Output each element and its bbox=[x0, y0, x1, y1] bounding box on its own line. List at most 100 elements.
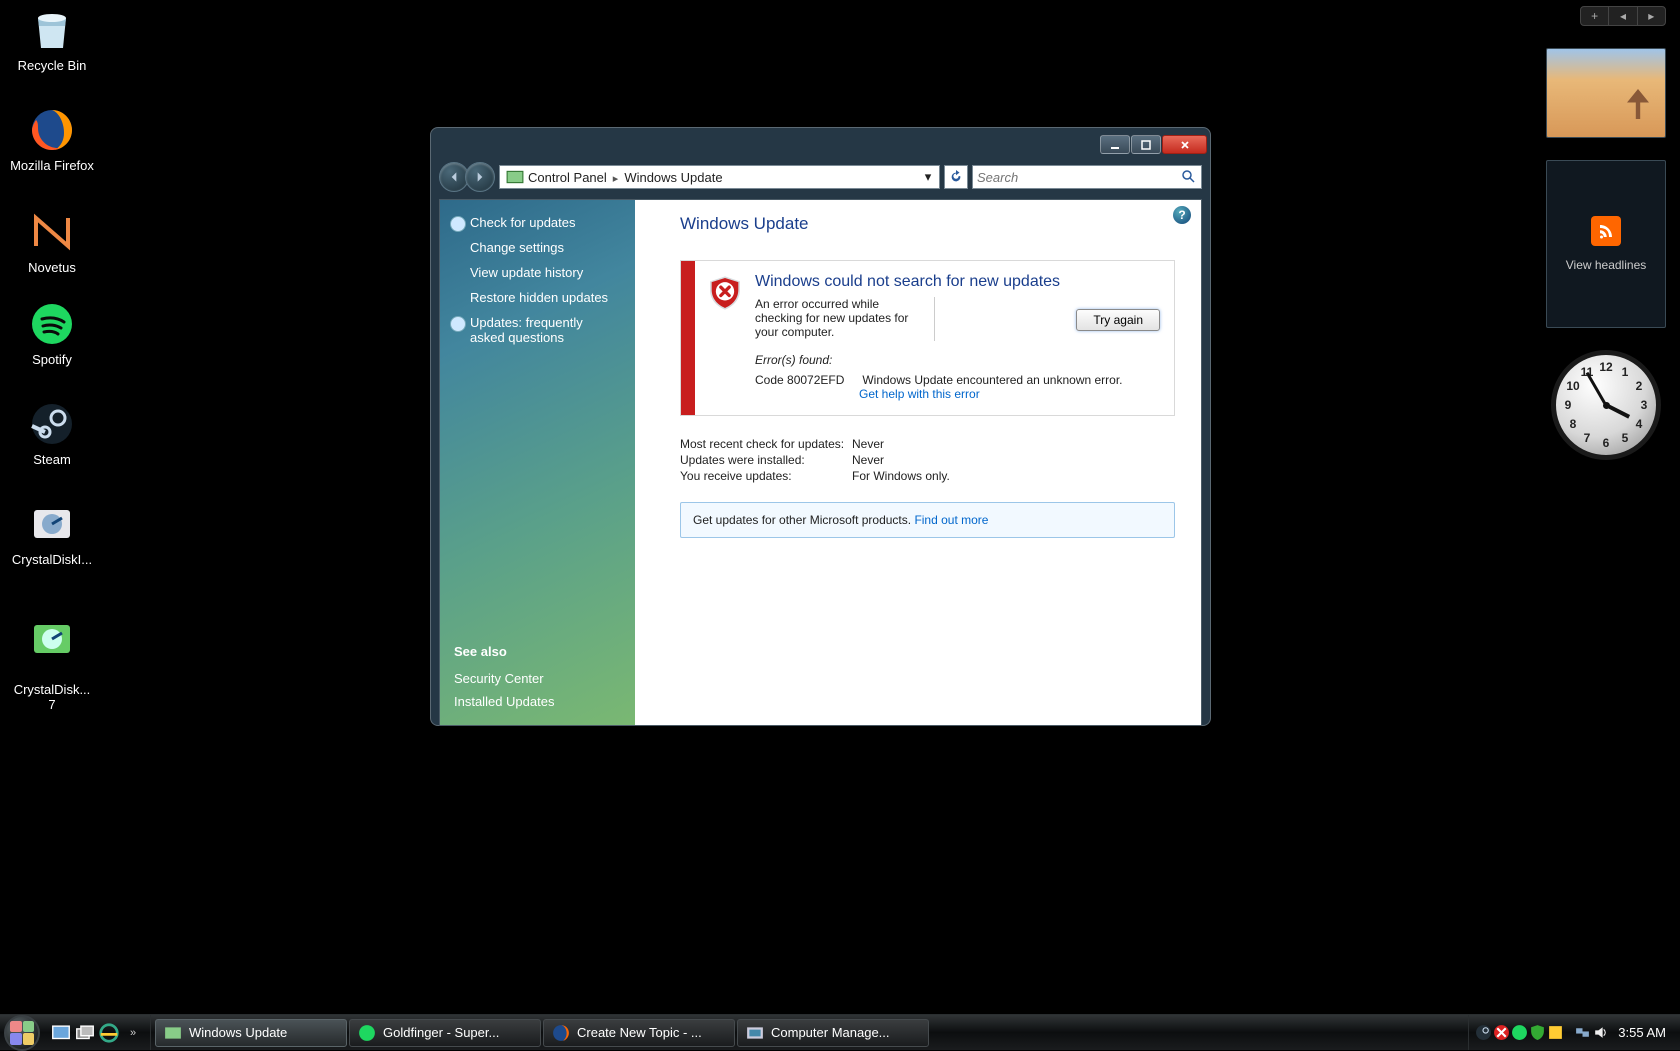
clock-gadget[interactable]: 121234567891011 bbox=[1546, 350, 1666, 460]
errors-found-label: Error(s) found: bbox=[755, 353, 1160, 367]
crystaldiskinfo-icon bbox=[28, 500, 76, 548]
error-description: An error occurred while checking for new… bbox=[755, 297, 935, 341]
tray-steam-icon[interactable] bbox=[1475, 1024, 1492, 1041]
ql-ie[interactable] bbox=[98, 1022, 120, 1044]
steam-icon bbox=[28, 400, 76, 448]
quick-launch: » bbox=[44, 1015, 151, 1050]
sidebar-task-check-updates[interactable]: Check for updates bbox=[440, 210, 635, 235]
tray-security-icon[interactable] bbox=[1529, 1024, 1546, 1041]
desktop-icon-label: Recycle Bin bbox=[18, 58, 87, 73]
desktop-icon-label: Novetus bbox=[28, 260, 76, 275]
error-title: Windows could not search for new updates bbox=[755, 273, 1160, 291]
start-button[interactable] bbox=[0, 1015, 44, 1050]
status-value: For Windows only. bbox=[852, 469, 950, 483]
status-value: Never bbox=[852, 453, 884, 467]
ql-chevron[interactable]: » bbox=[122, 1022, 144, 1044]
status-key: Updates were installed: bbox=[680, 453, 852, 467]
desktop-icon-steam[interactable]: Steam bbox=[8, 400, 96, 467]
page-title: Windows Update bbox=[680, 214, 1175, 234]
desktop-icon-firefox[interactable]: Mozilla Firefox bbox=[8, 106, 96, 173]
desktop-icon-recycle-bin[interactable]: Recycle Bin bbox=[8, 6, 96, 73]
desktop-icon-label: CrystalDiskI... bbox=[12, 552, 92, 567]
task-windows-update[interactable]: Windows Update bbox=[155, 1019, 347, 1047]
maximize-button[interactable] bbox=[1131, 135, 1161, 154]
gadget-sidebar: + ◂ ▸ View headlines 121234567891011 bbox=[1546, 6, 1666, 460]
tray-update-icon[interactable] bbox=[1547, 1024, 1564, 1041]
task-spotify[interactable]: Goldfinger - Super... bbox=[349, 1019, 541, 1047]
see-also-heading: See also bbox=[454, 644, 621, 659]
system-tray: 3:55 AM bbox=[1468, 1015, 1680, 1050]
ql-flip3d[interactable] bbox=[74, 1022, 96, 1044]
tray-spotify-icon[interactable] bbox=[1511, 1024, 1528, 1041]
sidebar-task-change-settings[interactable]: Change settings bbox=[440, 235, 635, 260]
close-button[interactable] bbox=[1162, 135, 1207, 154]
desktop-icon-spotify[interactable]: Spotify bbox=[8, 300, 96, 367]
ql-show-desktop[interactable] bbox=[50, 1022, 72, 1044]
shield-error-icon bbox=[705, 273, 745, 313]
status-key: Most recent check for updates: bbox=[680, 437, 852, 451]
status-table: Most recent check for updates:Never Upda… bbox=[680, 436, 1175, 484]
promo-text: Get updates for other Microsoft products… bbox=[693, 513, 914, 527]
slideshow-gadget[interactable] bbox=[1546, 48, 1666, 138]
recycle-bin-icon bbox=[28, 6, 76, 54]
sidebar-task-view-history[interactable]: View update history bbox=[440, 260, 635, 285]
search-box[interactable] bbox=[972, 165, 1202, 189]
window-titlebar[interactable] bbox=[430, 127, 1211, 162]
rss-icon bbox=[1591, 216, 1621, 246]
breadcrumb-dropdown[interactable]: ▾ bbox=[919, 168, 937, 186]
sidebar-tasks: Check for updates Change settings View u… bbox=[440, 210, 635, 634]
help-icon[interactable]: ? bbox=[1173, 206, 1191, 224]
feed-gadget[interactable]: View headlines bbox=[1546, 160, 1666, 328]
taskbar-tasks: Windows Update Goldfinger - Super... Cre… bbox=[151, 1015, 1468, 1050]
see-also-security-center[interactable]: Security Center bbox=[454, 667, 621, 690]
error-panel: Windows could not search for new updates… bbox=[680, 260, 1175, 416]
windows-update-window: Control Panel Windows Update ▾ Check for… bbox=[430, 127, 1211, 726]
clock-face: 121234567891011 bbox=[1551, 350, 1661, 460]
gadget-add-button[interactable]: + bbox=[1581, 7, 1609, 25]
refresh-button[interactable] bbox=[944, 165, 968, 189]
error-help-link[interactable]: Get help with this error bbox=[859, 387, 980, 401]
see-also-installed-updates[interactable]: Installed Updates bbox=[454, 690, 621, 713]
breadcrumb[interactable]: Control Panel Windows Update ▾ bbox=[499, 165, 940, 189]
tray-blocked-icon[interactable] bbox=[1493, 1024, 1510, 1041]
tray-network-icon[interactable] bbox=[1574, 1024, 1591, 1041]
nav-forward-button[interactable] bbox=[465, 162, 495, 192]
desktop-icon-novetus[interactable]: Novetus bbox=[8, 208, 96, 275]
task-firefox[interactable]: Create New Topic - ... bbox=[543, 1019, 735, 1047]
sidebar: Check for updates Change settings View u… bbox=[440, 200, 635, 725]
tray-volume-icon[interactable] bbox=[1592, 1024, 1609, 1041]
minimize-button[interactable] bbox=[1100, 135, 1130, 154]
search-input[interactable] bbox=[977, 170, 1181, 185]
error-code-row: Code 80072EFD Windows Update encountered… bbox=[755, 373, 1160, 401]
spotify-icon bbox=[28, 300, 76, 348]
gadget-next-button[interactable]: ▸ bbox=[1638, 7, 1665, 25]
desktop-icon-label: Mozilla Firefox bbox=[10, 158, 94, 173]
task-computer-management[interactable]: Computer Manage... bbox=[737, 1019, 929, 1047]
breadcrumb-leaf[interactable]: Windows Update bbox=[624, 170, 722, 185]
error-message: Windows Update encountered an unknown er… bbox=[862, 373, 1122, 387]
sidebar-task-restore-hidden[interactable]: Restore hidden updates bbox=[440, 285, 635, 310]
novetus-icon bbox=[28, 208, 76, 256]
desktop-icon-label: Steam bbox=[33, 452, 71, 467]
promo-box: Get updates for other Microsoft products… bbox=[680, 502, 1175, 538]
control-panel-icon bbox=[506, 168, 524, 186]
desktop-icon-label: Spotify bbox=[32, 352, 72, 367]
try-again-button[interactable]: Try again bbox=[1076, 309, 1160, 331]
promo-link[interactable]: Find out more bbox=[914, 513, 988, 527]
gadget-controls: + ◂ ▸ bbox=[1580, 6, 1666, 26]
tray-clock[interactable]: 3:55 AM bbox=[1610, 1025, 1674, 1040]
breadcrumb-root[interactable]: Control Panel bbox=[528, 170, 624, 185]
desktop-icon-crystaldiskinfo7[interactable]: CrystalDisk... 7 bbox=[8, 600, 96, 712]
sidebar-task-faq[interactable]: Updates: frequently asked questions bbox=[440, 310, 635, 350]
desktop-icon-crystaldiskinfo[interactable]: CrystalDiskI... bbox=[8, 500, 96, 567]
main-content: ? Windows Update Windows could not searc… bbox=[635, 200, 1201, 725]
address-bar: Control Panel Windows Update ▾ bbox=[439, 162, 1202, 192]
status-key: You receive updates: bbox=[680, 469, 852, 483]
status-value: Never bbox=[852, 437, 884, 451]
error-stripe bbox=[681, 261, 695, 415]
sidebar-see-also: See also Security Center Installed Updat… bbox=[440, 634, 635, 713]
desktop-icon-label: CrystalDisk... 7 bbox=[14, 682, 91, 712]
taskbar: » Windows Update Goldfinger - Super... C… bbox=[0, 1014, 1680, 1050]
error-code: Code 80072EFD bbox=[755, 373, 859, 387]
gadget-prev-button[interactable]: ◂ bbox=[1609, 7, 1637, 25]
